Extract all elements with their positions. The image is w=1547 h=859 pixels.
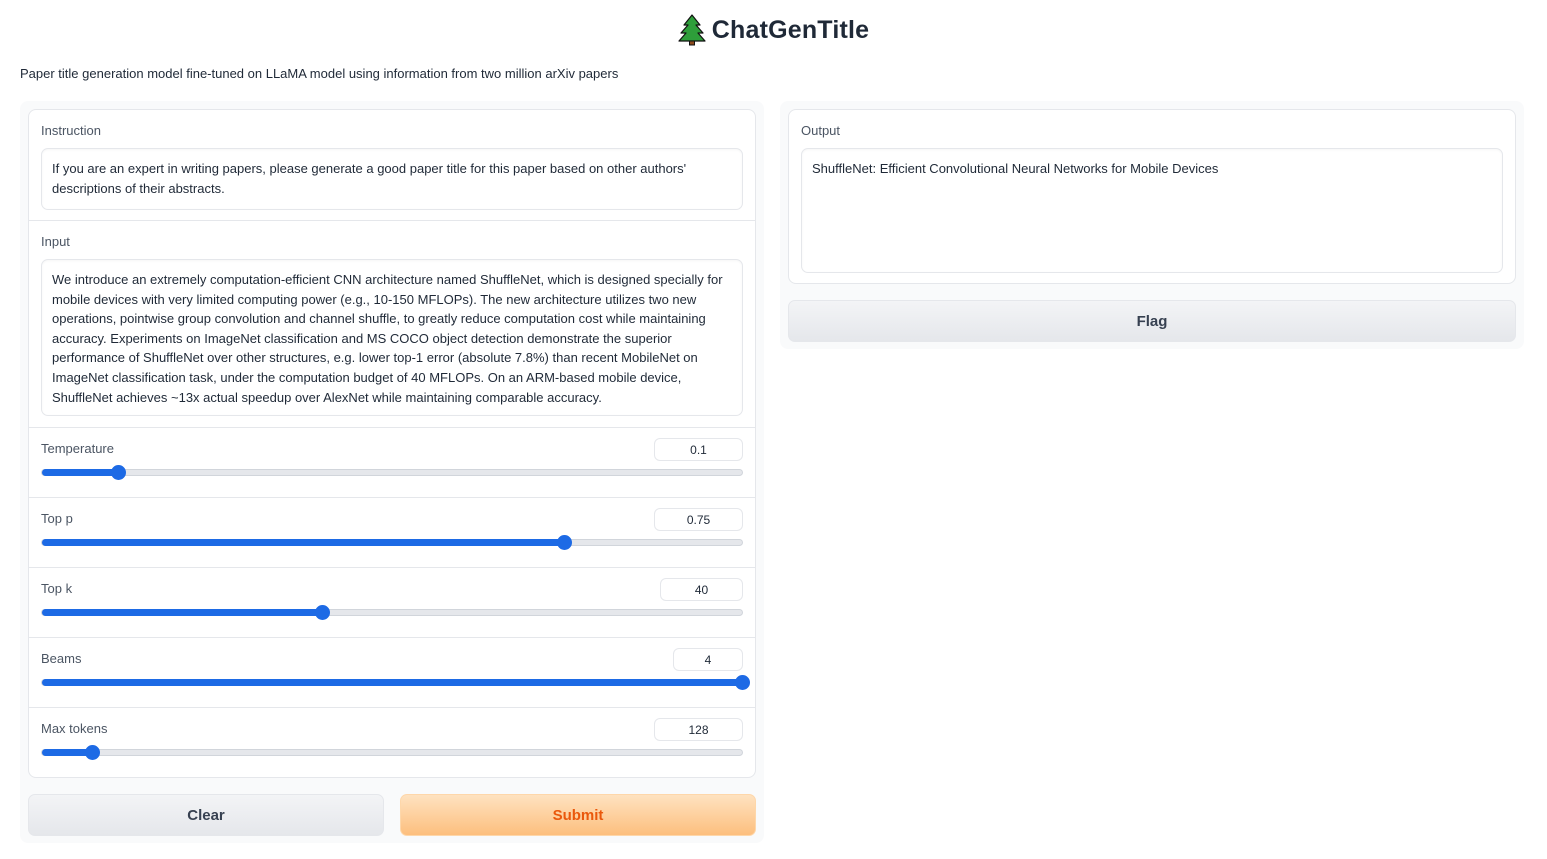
slider-label: Temperature	[41, 441, 114, 456]
output-label: Output	[801, 123, 841, 138]
slider-track[interactable]	[41, 745, 743, 760]
abstract-block: Input We introduce an extremely computat…	[29, 221, 755, 428]
input-label: Input	[41, 234, 70, 249]
evergreen-tree-icon	[678, 14, 706, 46]
slider-top-k: Top k 40	[29, 568, 755, 638]
output-panel: Output ShuffleNet: Efficient Convolution…	[780, 101, 1524, 349]
app-title: ChatGenTitle	[711, 15, 870, 44]
slider-fill	[42, 469, 118, 476]
submit-button[interactable]: Submit	[400, 794, 756, 836]
instruction-textarea[interactable]: If you are an expert in writing papers, …	[41, 148, 743, 210]
slider-label: Beams	[41, 651, 82, 666]
slider-fill	[42, 539, 564, 546]
slider-temperature: Temperature 0.1	[29, 428, 755, 498]
slider-beams: Beams 4	[29, 638, 755, 708]
slider-label: Top p	[41, 511, 73, 526]
slider-max-tokens: Max tokens 128	[29, 708, 755, 777]
input-panel: Instruction If you are an expert in writ…	[20, 101, 764, 843]
top-p-number-input[interactable]: 0.75	[654, 508, 743, 531]
temperature-number-input[interactable]: 0.1	[654, 438, 743, 461]
input-form: Instruction If you are an expert in writ…	[28, 109, 756, 778]
slider-fill	[42, 609, 322, 616]
slider-thumb[interactable]	[315, 605, 330, 620]
instruction-label: Instruction	[41, 123, 101, 138]
slider-thumb[interactable]	[85, 745, 100, 760]
input-textarea[interactable]: We introduce an extremely computation-ef…	[41, 259, 743, 416]
slider-label: Max tokens	[41, 721, 108, 736]
beams-number-input[interactable]: 4	[673, 648, 743, 671]
slider-track[interactable]	[41, 465, 743, 480]
slider-thumb[interactable]	[557, 535, 572, 550]
slider-label: Top k	[41, 581, 73, 596]
flag-button[interactable]: Flag	[788, 300, 1516, 342]
clear-button[interactable]: Clear	[28, 794, 384, 836]
slider-thumb[interactable]	[735, 675, 750, 690]
app-description: Paper title generation model fine-tuned …	[20, 66, 619, 81]
max-tokens-number-input[interactable]: 128	[654, 718, 743, 741]
slider-track[interactable]	[41, 675, 750, 690]
app-header: ChatGenTitle	[0, 12, 1547, 48]
slider-fill	[42, 679, 742, 686]
output-box: Output ShuffleNet: Efficient Convolution…	[788, 109, 1516, 284]
output-textarea[interactable]: ShuffleNet: Efficient Convolutional Neur…	[801, 148, 1503, 273]
slider-thumb[interactable]	[111, 465, 126, 480]
instruction-block: Instruction If you are an expert in writ…	[29, 110, 755, 221]
top-k-number-input[interactable]: 40	[660, 578, 743, 601]
slider-top-p: Top p 0.75	[29, 498, 755, 568]
slider-track[interactable]	[41, 605, 743, 620]
slider-track[interactable]	[41, 535, 743, 550]
